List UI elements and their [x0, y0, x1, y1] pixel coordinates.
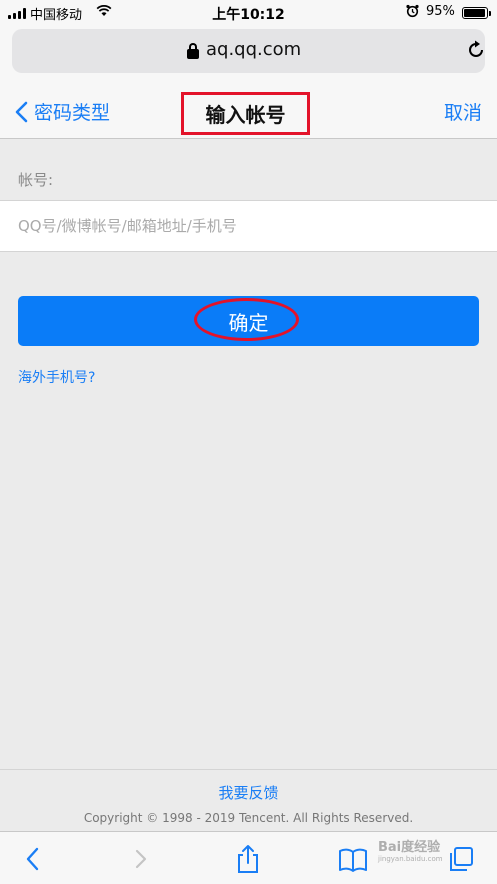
forward-icon[interactable]	[126, 844, 156, 874]
title-highlight-box: 输入帐号	[181, 92, 310, 135]
page-footer: 我要反馈 Copyright © 1998 - 2019 Tencent. Al…	[0, 769, 497, 831]
cancel-button[interactable]: 取消	[444, 98, 482, 125]
reload-icon[interactable]	[466, 40, 486, 60]
battery-icon	[462, 7, 491, 19]
browser-address-area: aq.qq.com	[0, 26, 497, 84]
back-button[interactable]: 密码类型	[14, 98, 110, 125]
url-text: aq.qq.com	[206, 39, 302, 60]
battery-percent: 95%	[426, 4, 455, 19]
feedback-link[interactable]: 我要反馈	[0, 782, 497, 803]
overseas-phone-link[interactable]: 海外手机号?	[18, 367, 95, 387]
account-field-row	[0, 200, 497, 252]
tabs-icon[interactable]	[446, 844, 476, 874]
status-bar: 中国移动 上午10:12 95%	[0, 0, 497, 26]
alarm-icon	[406, 4, 419, 21]
account-label: 帐号:	[18, 171, 54, 189]
share-icon[interactable]	[233, 844, 263, 874]
watermark-text: Bai度经验	[378, 840, 441, 855]
baidu-watermark: Bai度经验 jingyan.baidu.com	[378, 836, 443, 863]
chevron-left-icon	[15, 101, 28, 122]
account-input[interactable]	[18, 201, 488, 251]
lock-icon	[187, 43, 199, 59]
watermark-sub: jingyan.baidu.com	[378, 855, 443, 863]
page-title: 输入帐号	[205, 103, 286, 127]
status-time: 上午10:12	[212, 7, 285, 23]
confirm-highlight-ring	[194, 298, 299, 341]
back-label: 密码类型	[34, 102, 111, 124]
bookmarks-icon[interactable]	[338, 844, 368, 874]
back-icon[interactable]	[18, 844, 48, 874]
address-bar[interactable]: aq.qq.com	[12, 29, 485, 73]
confirm-button[interactable]: 确定	[18, 296, 479, 346]
copyright-text: Copyright © 1998 - 2019 Tencent. All Rig…	[83, 811, 414, 825]
navigation-bar: 密码类型 输入帐号 取消	[0, 84, 497, 139]
